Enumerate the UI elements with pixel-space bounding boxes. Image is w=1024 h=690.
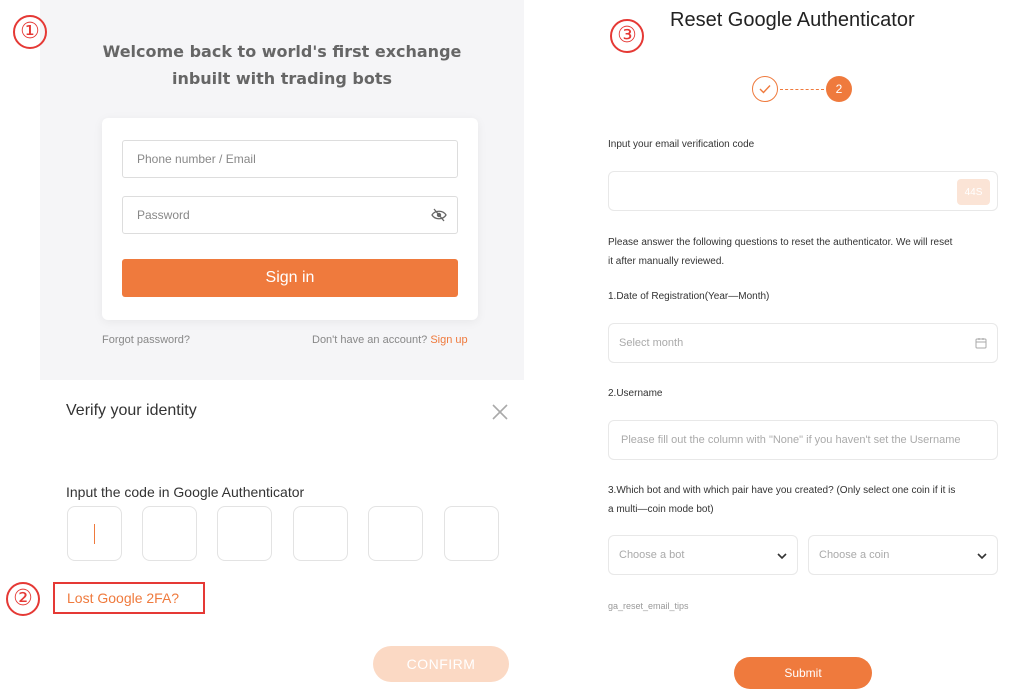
question-3-line-2: a multi—coin mode bot) xyxy=(608,504,714,515)
welcome-line-1: Welcome back to world's first exchange xyxy=(102,42,462,61)
password-placeholder: Password xyxy=(137,208,190,222)
username-placeholder: Please fill out the column with "None" i… xyxy=(621,434,961,446)
answer-instructions: Please answer the following questions to… xyxy=(608,233,952,271)
question-2-label: 2.Username xyxy=(608,388,663,399)
login-panel: Welcome back to world's first exchange i… xyxy=(40,0,524,380)
verify-title: Verify your identity xyxy=(66,402,197,419)
question-1-label: 1.Date of Registration(Year—Month) xyxy=(608,291,770,302)
code-digit-3[interactable] xyxy=(217,506,272,561)
code-digit-2[interactable] xyxy=(142,506,197,561)
question-3-label: 3.Which bot and with which pair have you… xyxy=(608,481,955,519)
chevron-down-icon xyxy=(977,553,987,560)
submit-button[interactable]: Submit xyxy=(734,657,872,689)
bot-placeholder: Choose a bot xyxy=(619,549,685,561)
username-input[interactable]: Please fill out the column with "None" i… xyxy=(608,420,998,460)
email-tips-text: ga_reset_email_tips xyxy=(608,601,689,611)
eye-slash-icon[interactable] xyxy=(431,208,447,222)
code-digit-6[interactable] xyxy=(444,506,499,561)
step-marker-2: ② xyxy=(6,582,40,616)
chevron-down-icon xyxy=(777,553,787,560)
code-label: Input the code in Google Authenticator xyxy=(66,484,305,500)
close-icon[interactable] xyxy=(490,402,510,422)
sign-in-button[interactable]: Sign in xyxy=(122,259,458,297)
code-digit-4[interactable] xyxy=(293,506,348,561)
coin-placeholder: Choose a coin xyxy=(819,549,890,561)
code-digit-5[interactable] xyxy=(368,506,423,561)
step-complete xyxy=(752,76,778,102)
email-code-input[interactable]: 44S xyxy=(608,171,998,211)
checkmark-icon xyxy=(759,85,771,94)
no-account-text: Don't have an account? xyxy=(312,334,428,346)
step-connector xyxy=(780,89,824,90)
password-input[interactable]: Password xyxy=(122,196,458,234)
question-3-line-1: 3.Which bot and with which pair have you… xyxy=(608,485,956,496)
login-card: Phone number / Email Password Sign in xyxy=(102,118,478,320)
instructions-line-2: it after manually reviewed. xyxy=(608,256,725,267)
instructions-line-1: Please answer the following questions to… xyxy=(608,237,953,248)
welcome-line-2: inbuilt with trading bots xyxy=(171,69,393,88)
choose-coin-select[interactable]: Choose a coin xyxy=(808,535,998,575)
reset-title: Reset Google Authenticator xyxy=(670,9,915,31)
composite-screenshot: Welcome back to world's first exchange i… xyxy=(0,0,1024,690)
phone-email-input[interactable]: Phone number / Email xyxy=(122,140,458,178)
resend-countdown-button[interactable]: 44S xyxy=(957,179,990,205)
forgot-password-link[interactable]: Forgot password? xyxy=(102,334,190,346)
code-digit-1[interactable] xyxy=(67,506,122,561)
choose-bot-select[interactable]: Choose a bot xyxy=(608,535,798,575)
welcome-heading: Welcome back to world's first exchange i… xyxy=(40,38,524,92)
month-placeholder: Select month xyxy=(619,337,684,349)
phone-email-placeholder: Phone number / Email xyxy=(137,152,256,166)
step-marker-3: ③ xyxy=(610,19,644,53)
email-code-label: Input your email verification code xyxy=(608,139,755,150)
signup-row: Don't have an account? Sign up xyxy=(312,334,468,346)
sign-up-link[interactable]: Sign up xyxy=(430,334,467,346)
calendar-icon xyxy=(975,338,987,349)
registration-month-picker[interactable]: Select month xyxy=(608,323,998,363)
text-cursor xyxy=(94,524,95,544)
step-current: 2 xyxy=(826,76,852,102)
step-marker-1: ① xyxy=(13,15,47,49)
confirm-button[interactable]: CONFIRM xyxy=(373,646,509,682)
lost-google-2fa-link[interactable]: Lost Google 2FA? xyxy=(53,582,205,614)
